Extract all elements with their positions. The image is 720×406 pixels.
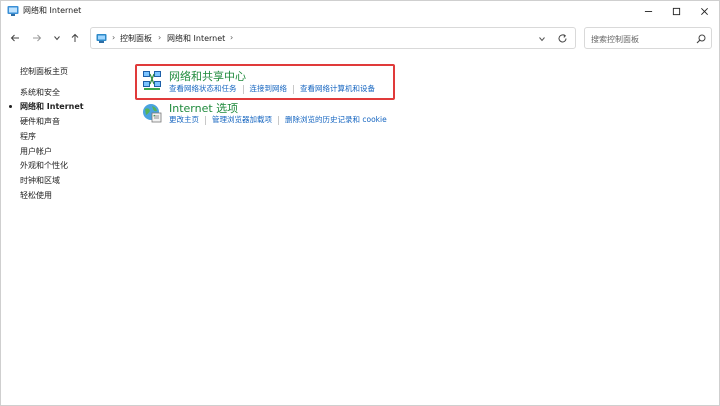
window-title: 网络和 Internet — [23, 6, 82, 15]
control-panel-window: 网络和 Internet › 控制面板 › 网络和 Internet › 搜索控… — [0, 0, 720, 406]
sidebar-item-user-accounts[interactable]: 用户帐户 — [20, 146, 52, 157]
close-icon — [700, 7, 708, 15]
sidebar-item-ease-of-access[interactable]: 轻松使用 — [20, 190, 52, 201]
arrow-up-icon — [71, 33, 79, 42]
maximize-button[interactable] — [662, 1, 690, 21]
address-dropdown-icon[interactable] — [537, 34, 547, 44]
sidebar-item-network-internet[interactable]: 网络和 Internet — [20, 101, 84, 112]
minimize-icon — [644, 10, 652, 12]
breadcrumb-separator: › — [112, 33, 116, 42]
back-button[interactable] — [9, 32, 21, 44]
sidebar-item-programs[interactable]: 程序 — [20, 131, 36, 142]
link-delete-browsing-history[interactable]: 删除浏览的历史记录和 cookie — [285, 115, 387, 124]
up-button[interactable] — [69, 32, 81, 44]
current-item-bullet — [9, 105, 12, 108]
close-button[interactable] — [690, 1, 718, 21]
sidebar-item-clock-region[interactable]: 时钟和区域 — [20, 175, 60, 186]
link-separator — [278, 115, 279, 125]
sidebar-item-appearance[interactable]: 外观和个性化 — [20, 160, 68, 171]
sidebar-item-system-security[interactable]: 系统和安全 — [20, 87, 60, 98]
chevron-down-icon — [54, 36, 60, 41]
maximize-icon — [672, 7, 680, 15]
breadcrumb-control-panel[interactable]: 控制面板 — [120, 33, 152, 44]
link-separator — [205, 115, 206, 125]
arrow-left-icon — [10, 34, 19, 42]
arrow-right-icon — [33, 34, 42, 42]
address-bar[interactable]: › 控制面板 › 网络和 Internet › — [90, 27, 576, 49]
breadcrumb-network-internet[interactable]: 网络和 Internet — [167, 33, 225, 44]
search-placeholder: 搜索控制面板 — [591, 35, 639, 44]
sidebar-item-control-panel-home[interactable]: 控制面板主页 — [20, 66, 68, 77]
navigation-bar: › 控制面板 › 网络和 Internet › 搜索控制面板 — [1, 23, 719, 53]
link-change-homepage[interactable]: 更改主页 — [169, 115, 199, 124]
sidebar-item-hardware-sound[interactable]: 硬件和声音 — [20, 116, 60, 127]
title-bar: 网络和 Internet — [1, 1, 719, 21]
refresh-icon[interactable] — [557, 33, 568, 44]
category-links-internet-options: 更改主页 管理浏览器加载项 删除浏览的历史记录和 cookie — [169, 114, 387, 125]
minimize-button[interactable] — [634, 1, 662, 21]
search-box[interactable]: 搜索控制面板 — [584, 27, 712, 49]
breadcrumb-separator: › — [158, 33, 162, 42]
search-icon[interactable] — [696, 34, 706, 44]
highlight-box — [135, 64, 395, 100]
network-app-icon — [7, 6, 19, 16]
breadcrumb-separator: › — [230, 33, 234, 42]
internet-options-globe-icon — [143, 104, 162, 123]
recent-locations-button[interactable] — [51, 32, 63, 44]
link-manage-addons[interactable]: 管理浏览器加载项 — [212, 115, 272, 124]
forward-button[interactable] — [31, 32, 43, 44]
control-panel-location-icon — [96, 34, 107, 43]
